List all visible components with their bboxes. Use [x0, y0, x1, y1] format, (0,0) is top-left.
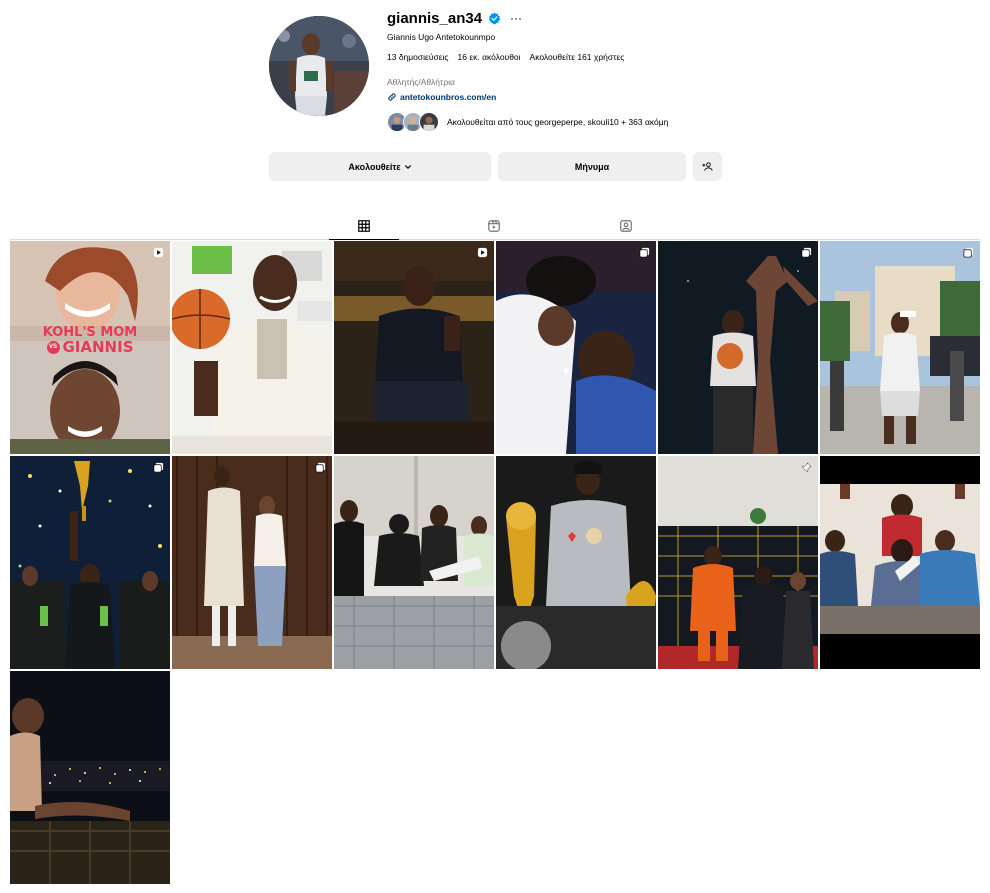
post-overlay-text: KOHL'S MOM VS GIANNIS [10, 326, 170, 355]
full-name: Giannis Ugo Antetokounmpo [387, 32, 496, 42]
post-image [334, 241, 494, 454]
avatar-photo [269, 16, 369, 116]
profile-category: Αθλητής/Αθλήτρια [387, 77, 455, 87]
tab-reels[interactable] [459, 212, 529, 240]
posts-count: 13 δημοσιεύσεις [387, 52, 449, 62]
post-tile[interactable] [820, 241, 980, 454]
verified-badge-icon [488, 12, 501, 24]
post-image [10, 671, 170, 884]
post-tile[interactable] [172, 456, 332, 669]
tagged-icon [620, 220, 632, 232]
post-tile[interactable] [334, 241, 494, 454]
tab-tagged[interactable] [591, 212, 661, 240]
post-tile[interactable] [496, 241, 656, 454]
grid-icon [358, 219, 370, 232]
post-tile[interactable] [658, 456, 818, 669]
post-tile[interactable] [10, 456, 170, 669]
carousel-badge-icon [153, 462, 164, 473]
carousel-badge-icon [315, 462, 326, 473]
mutual-avatar [419, 112, 439, 132]
profile-page: giannis_an34 ··· Giannis Ugo Antetokounm… [0, 0, 990, 893]
reel-badge-icon [153, 247, 164, 258]
carousel-badge-icon [801, 247, 812, 258]
post-image [172, 241, 332, 454]
profile-stats: 13 δημοσιεύσεις 16 εκ. ακόλουθοι Ακολουθ… [387, 52, 624, 62]
add-user-icon [702, 162, 713, 171]
following-button-label: Ακολουθείτε [348, 161, 401, 172]
profile-avatar[interactable] [269, 16, 369, 116]
post-image [496, 241, 656, 454]
post-tile[interactable]: KOHL'S MOM VS GIANNIS [10, 241, 170, 454]
username-row: giannis_an34 ··· [387, 9, 522, 27]
reel-badge-icon [477, 247, 488, 258]
posts-grid: KOHL'S MOM VS GIANNIS [10, 241, 980, 884]
post-image [496, 456, 656, 669]
profile-link-text[interactable]: antetokounbros.com/en [400, 92, 496, 102]
pin-badge-icon [801, 462, 812, 473]
post-tile[interactable] [334, 456, 494, 669]
post-image [334, 456, 494, 669]
post-tile[interactable] [496, 456, 656, 669]
post-image [172, 456, 332, 669]
suggested-users-button[interactable] [693, 152, 722, 181]
profile-link[interactable]: antetokounbros.com/en [387, 92, 496, 102]
followers-count[interactable]: 16 εκ. ακόλουθοι [458, 52, 521, 62]
more-options-icon[interactable]: ··· [510, 11, 522, 25]
message-button[interactable]: Μήνυμα [498, 152, 686, 181]
mutual-avatars [387, 112, 439, 132]
post-image [10, 456, 170, 669]
post-image [820, 241, 980, 454]
post-image [820, 456, 980, 669]
carousel-badge-icon [963, 247, 974, 258]
link-icon [388, 93, 396, 101]
post-image [658, 241, 818, 454]
message-button-label: Μήνυμα [574, 161, 610, 172]
followed-by-text: Ακολουθείται από τους georgeperpe, skoul… [447, 117, 669, 127]
chevron-down-icon [404, 164, 411, 169]
post-tile[interactable] [658, 241, 818, 454]
carousel-badge-icon [639, 247, 650, 258]
followed-by-row[interactable]: Ακολουθείται από τους georgeperpe, skoul… [387, 112, 668, 132]
post-tile[interactable] [10, 671, 170, 884]
reels-icon [488, 220, 500, 232]
post-tile[interactable] [172, 241, 332, 454]
following-count[interactable]: Ακολουθείτε 161 χρήστες [530, 52, 625, 62]
following-button[interactable]: Ακολουθείτε [269, 152, 491, 181]
post-image [658, 456, 818, 669]
tab-posts[interactable] [329, 212, 399, 240]
username: giannis_an34 [387, 9, 483, 27]
overlay-vs: VS [46, 341, 60, 354]
overlay-line-2: GIANNIS [62, 338, 134, 356]
post-tile[interactable] [820, 456, 980, 669]
